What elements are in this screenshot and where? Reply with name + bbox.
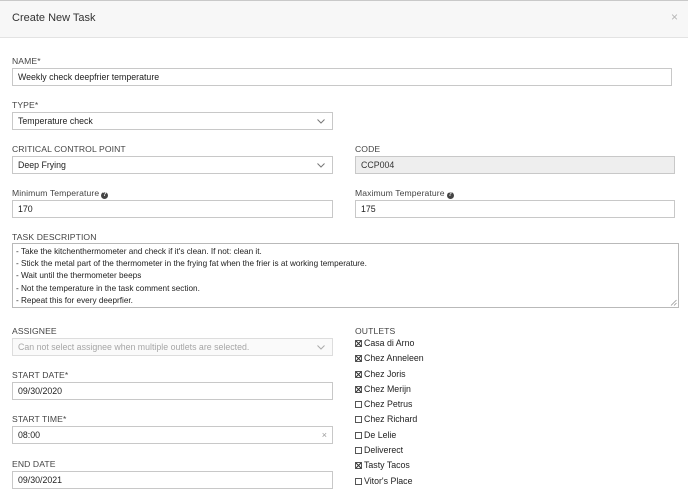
outlet-item[interactable]: Vitor's Place <box>355 475 412 487</box>
type-select[interactable]: Temperature check <box>12 112 333 130</box>
outlet-item[interactable]: Tasty Tacos <box>355 459 410 471</box>
resize-grip-icon[interactable] <box>670 299 677 306</box>
start-time-input[interactable]: 08:00 × <box>12 426 333 444</box>
description-line: - Repeat this for every deeprfier. <box>16 295 133 305</box>
description-label: TASK DESCRIPTION <box>12 232 97 242</box>
outlet-label: Chez Richard <box>364 414 418 424</box>
checkbox[interactable] <box>355 446 362 454</box>
ccp-select[interactable]: Deep Frying <box>12 156 333 174</box>
outlet-label: Tasty Tacos <box>364 460 410 470</box>
end-date-value: 09/30/2021 <box>18 475 63 485</box>
ccp-label: CRITICAL CONTROL POINT <box>12 144 126 154</box>
outlet-label: Chez Merijn <box>364 384 411 394</box>
min-temp-input[interactable]: 170 <box>12 200 333 218</box>
outlet-item[interactable]: Chez Anneleen <box>355 352 424 364</box>
outlet-label: Vitor's Place <box>364 476 413 486</box>
checkbox[interactable] <box>355 370 362 378</box>
description-line: - Not the temperature in the task commen… <box>16 283 200 293</box>
close-icon[interactable]: × <box>671 10 678 24</box>
name-input[interactable]: Weekly check deepfrier temperature <box>12 68 672 86</box>
max-temp-value: 175 <box>361 204 376 214</box>
outlet-label: Chez Petrus <box>364 399 413 409</box>
description-line: - Take the kitchenthermometer and check … <box>16 247 262 256</box>
end-date-input[interactable]: 09/30/2021 <box>12 471 333 489</box>
outlets-label: OUTLETS <box>355 326 396 336</box>
end-date-label: END DATE <box>12 459 56 469</box>
type-value: Temperature check <box>18 116 93 126</box>
start-date-value: 09/30/2020 <box>18 386 63 396</box>
assignee-label: ASSIGNEE <box>12 326 57 336</box>
ccp-value: Deep Frying <box>18 160 66 170</box>
min-temp-label-text: Minimum Temperature <box>12 188 100 198</box>
checkbox[interactable] <box>355 385 362 393</box>
description-textarea[interactable]: - Take the kitchenthermometer and check … <box>12 243 679 308</box>
start-time-label: START TIME* <box>12 414 67 424</box>
close-icon[interactable]: × <box>322 427 327 443</box>
name-value: Weekly check deepfrier temperature <box>18 72 160 82</box>
description-line: - Wait until the thermometer beeps <box>16 271 142 281</box>
question-circle-icon[interactable]: ? <box>446 192 454 199</box>
start-date-label: START DATE* <box>12 370 69 380</box>
outlet-label: De Lelie <box>364 430 397 440</box>
outlet-item[interactable]: Chez Petrus <box>355 398 412 410</box>
code-value: CCP004 <box>361 160 395 170</box>
max-temp-input[interactable]: 175 <box>355 200 675 218</box>
outlet-item[interactable]: Casa di Arno <box>355 337 414 349</box>
max-temp-label-text: Maximum Temperature <box>355 188 445 198</box>
outlet-label: Chez Joris <box>364 369 406 379</box>
checkbox[interactable] <box>355 431 362 439</box>
checkbox[interactable] <box>355 339 362 347</box>
code-field: CCP004 <box>355 156 675 174</box>
checkbox[interactable] <box>355 400 362 408</box>
code-label: CODE <box>355 144 381 154</box>
outlet-item[interactable]: Deliverect <box>355 444 403 456</box>
checkbox[interactable] <box>355 461 362 469</box>
name-label: NAME* <box>12 56 41 66</box>
outlet-label: Casa di Arno <box>364 338 415 348</box>
dialog-header: Create New Task × <box>0 0 688 38</box>
checkbox[interactable] <box>355 354 362 362</box>
min-temp-value: 170 <box>18 204 33 214</box>
assignee-select: Can not select assignee when multiple ou… <box>12 338 333 356</box>
outlet-item[interactable]: Chez Richard <box>355 413 417 425</box>
outlet-label: Deliverect <box>364 445 404 455</box>
chevron-down-icon <box>316 113 326 129</box>
min-temp-label: Minimum Temperature? <box>12 188 109 199</box>
start-date-input[interactable]: 09/30/2020 <box>12 382 333 400</box>
dialog-title: Create New Task <box>12 12 96 24</box>
start-time-value: 08:00 <box>18 430 41 440</box>
max-temp-label: Maximum Temperature? <box>355 188 454 199</box>
chevron-down-icon <box>316 339 326 355</box>
checkbox[interactable] <box>355 477 362 485</box>
outlet-item[interactable]: De Lelie <box>355 429 396 441</box>
top-border <box>0 0 688 1</box>
outlet-item[interactable]: Chez Merijn <box>355 383 411 395</box>
checkbox[interactable] <box>355 415 362 423</box>
assignee-placeholder: Can not select assignee when multiple ou… <box>18 342 250 352</box>
outlet-label: Chez Anneleen <box>364 353 424 363</box>
chevron-down-icon <box>316 157 326 173</box>
description-line: - Stick the metal part of the thermomete… <box>16 259 367 269</box>
question-circle-icon[interactable]: ? <box>101 192 109 199</box>
type-label: TYPE* <box>12 100 39 110</box>
outlet-item[interactable]: Chez Joris <box>355 368 406 380</box>
